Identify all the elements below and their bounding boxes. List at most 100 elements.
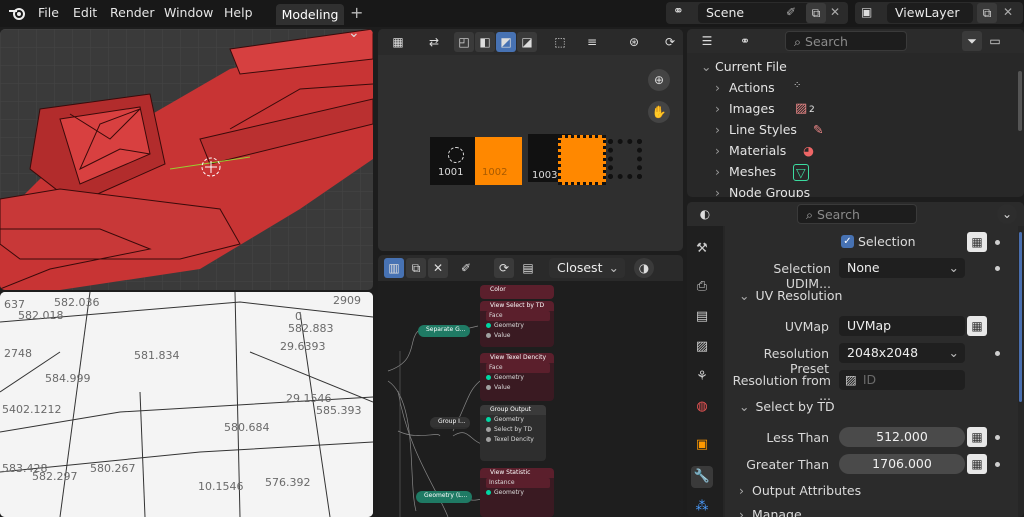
node-group-output[interactable]: Group Output Geometry Select by TD Texel… <box>480 405 546 461</box>
output-tab-icon[interactable]: ▤ <box>691 306 713 328</box>
zoom-icon[interactable]: ⊕ <box>648 69 670 91</box>
close-icon[interactable]: ✕ <box>428 258 448 278</box>
display-icon[interactable]: ⟳ <box>494 258 514 278</box>
attribute-toggle-icon[interactable]: ▦ <box>967 454 987 474</box>
node-mode-dropdown[interactable]: Face <box>486 311 550 321</box>
node-view-statistic[interactable]: View Statistic Instance Geometry <box>480 468 554 517</box>
close-icon[interactable]: ✕ <box>830 5 840 19</box>
view-layer-icon[interactable]: ▣ <box>861 5 872 19</box>
menu-edit[interactable]: Edit <box>73 5 97 20</box>
chevron-down-icon[interactable]: ⌄ <box>997 204 1017 224</box>
modifier-tab-icon[interactable]: 🔧 <box>691 466 713 488</box>
socket-label: Select by TD <box>494 426 532 433</box>
interpolation-dropdown[interactable]: Closest ⌄ <box>549 258 625 278</box>
tool-tab-icon[interactable]: ⚒ <box>691 238 713 260</box>
new-collection-icon[interactable]: ▭ <box>985 31 1005 51</box>
list-item[interactable]: › Meshes ▽ <box>715 164 809 181</box>
snap-icon[interactable]: ⊛ <box>624 32 644 52</box>
list-item[interactable]: › Node Groups <box>715 185 810 197</box>
menu-file[interactable]: File <box>38 5 59 20</box>
pin-icon[interactable]: ✐ <box>786 5 796 19</box>
new-image-icon[interactable]: ⧉ <box>406 258 426 278</box>
viewport-wireframe[interactable]: 637 582.036 582.018 2748 581.834 584.999… <box>0 292 373 517</box>
world-tab-icon[interactable]: ◍ <box>691 396 713 418</box>
measure-label: 0 <box>295 310 302 323</box>
editor-type-icon[interactable]: ◐ <box>695 204 715 224</box>
corner-icon[interactable]: ⌄ <box>348 29 360 41</box>
hand-pan-icon[interactable]: ✋ <box>648 101 670 123</box>
face-select-icon[interactable]: ◩ <box>496 32 516 52</box>
list-item[interactable]: › Materials ◕ <box>715 143 814 158</box>
menu-help[interactable]: Help <box>224 5 253 20</box>
list-item[interactable]: › Actions ⁘ <box>715 80 801 95</box>
output-attributes-header[interactable]: › Output Attributes <box>739 483 861 498</box>
menu-render[interactable]: Render <box>110 5 155 20</box>
scene-tab-icon[interactable]: ⚘ <box>691 366 713 388</box>
uvmap-field[interactable]: UVMap <box>839 316 965 336</box>
node-color[interactable]: Color <box>480 285 554 299</box>
list-item[interactable]: › Line Styles ✎ <box>715 122 823 137</box>
filter-icon[interactable]: ⏷ <box>962 31 982 51</box>
overlay-icon[interactable]: ◑ <box>634 258 654 278</box>
selection-checkbox[interactable]: ✓ <box>841 235 854 248</box>
manage-header[interactable]: › Manage <box>739 507 802 517</box>
keyframe-dot[interactable] <box>995 266 1000 271</box>
less-than-field[interactable]: 512.000 <box>839 427 965 447</box>
node-view-select[interactable]: View Select by TD Face Geometry Value <box>480 301 554 347</box>
blender-logo-icon[interactable] <box>8 5 26 21</box>
keyframe-dot[interactable] <box>995 240 1000 245</box>
keyframe-dot[interactable] <box>995 435 1000 440</box>
vertex-select-icon[interactable]: ◰ <box>454 32 474 52</box>
checker-icon[interactable]: ▦ <box>388 32 408 52</box>
particles-tab-icon[interactable]: ⁂ <box>691 496 713 517</box>
node-view-texel[interactable]: View Texel Dencity Face Geometry Value <box>480 353 554 401</box>
uv-resolution-header[interactable]: ⌄ UV Resolution <box>739 288 842 303</box>
sticky-select-icon[interactable]: ⬚ <box>550 32 570 52</box>
channel-icon[interactable]: ▤ <box>518 258 538 278</box>
attribute-toggle-icon[interactable]: ▦ <box>967 316 987 336</box>
properties-search-input[interactable]: ⌕ Search <box>797 204 917 224</box>
scrollbar[interactable] <box>1019 232 1022 402</box>
display-mode-icon[interactable]: ⚭ <box>735 31 755 51</box>
outliner-search-input[interactable]: ⌕ Search <box>785 31 907 51</box>
node-mode-dropdown[interactable]: Face <box>486 363 550 373</box>
edge-select-icon[interactable]: ◧ <box>475 32 495 52</box>
tree-root[interactable]: ⌄ Current File <box>701 59 787 74</box>
menu-icon[interactable]: ≡ <box>582 32 602 52</box>
view-layer-tab-icon[interactable]: ▨ <box>691 336 713 358</box>
menu-window[interactable]: Window <box>164 5 213 20</box>
render-tab-icon[interactable]: ⎙ <box>691 276 713 298</box>
keyframe-dot[interactable] <box>995 351 1000 356</box>
sync-selection-icon[interactable]: ⇄ <box>424 32 444 52</box>
add-workspace-icon[interactable]: + <box>350 3 363 22</box>
editor-type-icon[interactable]: ☰ <box>697 31 717 51</box>
island-select-icon[interactable]: ◪ <box>517 32 537 52</box>
view-layer-name-field[interactable]: ViewLayer <box>887 3 973 23</box>
viewport-3d[interactable]: ⌄ <box>0 29 373 290</box>
keyframe-dot[interactable] <box>995 462 1000 467</box>
list-item[interactable]: › Images ▨ 2 <box>715 101 815 116</box>
resolution-preset-dropdown[interactable]: 2048x2048 ⌄ <box>839 343 965 363</box>
node-mode-dropdown[interactable]: Instance <box>486 478 550 488</box>
node-group-input[interactable]: Group I... <box>430 417 470 429</box>
proportional-edit-icon[interactable]: ⟳ <box>660 32 680 52</box>
scene-icon[interactable]: ⚭ <box>673 4 684 19</box>
select-by-td-header[interactable]: ⌄ Select by TD <box>739 399 835 414</box>
node-separate[interactable]: Separate G... <box>418 325 470 337</box>
attribute-toggle-icon[interactable]: ▦ <box>967 427 987 447</box>
attribute-toggle-icon[interactable]: ▦ <box>967 232 987 252</box>
scrollbar[interactable] <box>1018 71 1022 131</box>
greater-than-field[interactable]: 1706.000 <box>839 454 965 474</box>
new-scene-icon[interactable]: ⧉ <box>806 3 826 23</box>
editor-type-icon[interactable]: ▥ <box>384 258 404 278</box>
pin-icon[interactable]: ✐ <box>456 258 476 278</box>
node-editor[interactable]: ▥ ⧉ ✕ ✐ ⟳ ▤ Closest ⌄ ◑ Color View Select… <box>378 255 683 517</box>
close-icon[interactable]: ✕ <box>1003 5 1013 19</box>
new-view-layer-icon[interactable]: ⧉ <box>977 3 997 23</box>
tab-modeling[interactable]: Modeling <box>276 4 344 25</box>
selection-udim-dropdown[interactable]: None ⌄ <box>839 258 965 278</box>
uv-editor[interactable]: ▦ ⇄ ◰ ◧ ◩ ◪ ⬚ ≡ ⊛ ⟳ ⊕ ✋ 1001 1002 1003 <box>378 29 683 251</box>
object-tab-icon[interactable]: ▣ <box>691 434 713 456</box>
resolution-from-field[interactable]: ▨ ID <box>839 370 965 390</box>
node-geometry[interactable]: Geometry (L... <box>416 491 472 503</box>
